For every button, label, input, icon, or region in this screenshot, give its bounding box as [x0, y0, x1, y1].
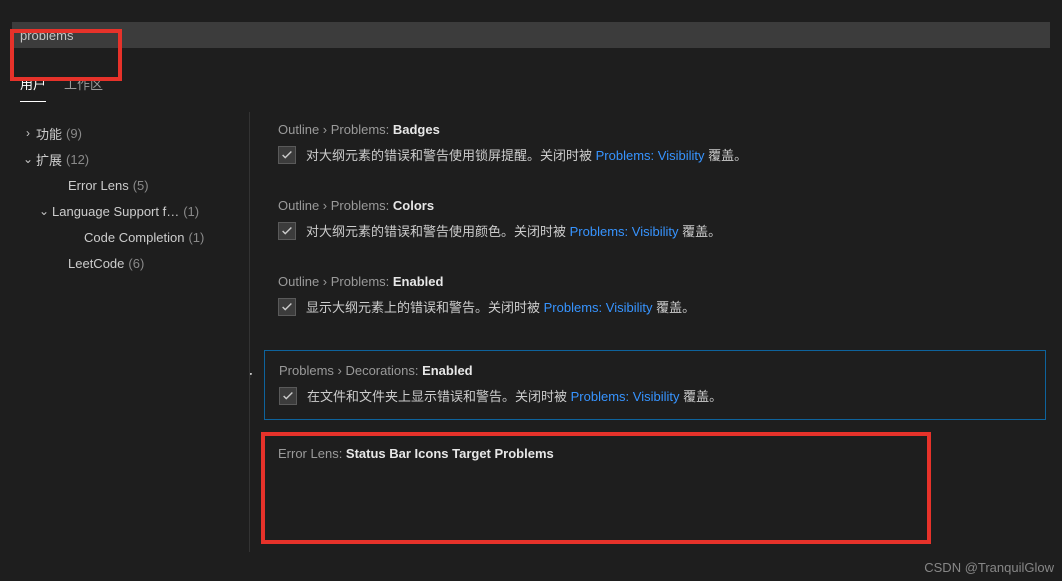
tab-workspace[interactable]: 工作区: [64, 68, 103, 102]
check-icon: [280, 300, 294, 314]
desc-text: 覆盖。: [679, 389, 722, 404]
check-icon: [280, 148, 294, 162]
setting-title: Outline › Problems: Badges: [278, 122, 1046, 137]
setting-outline-enabled: Outline › Problems: Enabled 显示大纲元素上的错误和警…: [278, 274, 1046, 316]
tree-item-label: 功能: [36, 124, 62, 143]
tree-item-count: (1): [188, 230, 204, 245]
tree-item-label: Language Support f…: [52, 204, 179, 219]
settings-search-input[interactable]: problems: [12, 22, 1050, 48]
tree-item-extensions[interactable]: ⌄ 扩展 (12): [20, 146, 243, 172]
check-icon: [281, 389, 295, 403]
tree-item-count: (6): [128, 256, 144, 271]
chevron-down-icon: ⌄: [36, 204, 52, 218]
setting-body: 对大纲元素的错误和警告使用颜色。关闭时被 Problems: Visibilit…: [278, 221, 1046, 240]
chevron-down-icon: ⌄: [20, 152, 36, 166]
tree-item-label: Error Lens: [68, 178, 129, 193]
settings-link[interactable]: Problems: Visibility: [596, 148, 705, 163]
highlighted-setting: Problems › Decorations: Enabled 在文件和文件夹上…: [264, 350, 1046, 420]
checkbox[interactable]: [278, 146, 296, 164]
desc-text: 在文件和文件夹上显示错误和警告。关闭时被: [307, 389, 571, 404]
tree-item-count: (9): [66, 126, 82, 141]
setting-description: 对大纲元素的错误和警告使用颜色。关闭时被 Problems: Visibilit…: [306, 221, 721, 240]
setting-title: Outline › Problems: Enabled: [278, 274, 1046, 289]
checkbox[interactable]: [279, 387, 297, 405]
setting-errorlens-statusbar: Error Lens: Status Bar Icons Target Prob…: [278, 446, 1046, 461]
setting-outline-colors: Outline › Problems: Colors 对大纲元素的错误和警告使用…: [278, 198, 1046, 240]
checkbox[interactable]: [278, 298, 296, 316]
setting-body: 显示大纲元素上的错误和警告。关闭时被 Problems: Visibility …: [278, 297, 1046, 316]
tree-item-label: LeetCode: [68, 256, 124, 271]
tree-item-errorlens[interactable]: Error Lens (5): [20, 172, 243, 198]
setting-name: Badges: [393, 122, 440, 137]
setting-body: 对大纲元素的错误和警告使用锁屏提醒。关闭时被 Problems: Visibil…: [278, 145, 1046, 164]
setting-problems-decorations-enabled: Problems › Decorations: Enabled 在文件和文件夹上…: [278, 350, 1046, 420]
tree-item-leetcode[interactable]: LeetCode (6): [20, 250, 243, 276]
setting-name: Enabled: [422, 363, 473, 378]
main-pane: › 功能 (9) ⌄ 扩展 (12) Error Lens (5) ⌄ Lang…: [0, 112, 1062, 552]
desc-text: 对大纲元素的错误和警告使用锁屏提醒。关闭时被: [306, 148, 596, 163]
tree-item-language-support[interactable]: ⌄ Language Support f… (1): [20, 198, 243, 224]
settings-scope-tabs: 用户 工作区: [20, 68, 1062, 102]
desc-text: 覆盖。: [704, 148, 747, 163]
search-input-text: problems: [20, 28, 73, 43]
setting-description: 对大纲元素的错误和警告使用锁屏提醒。关闭时被 Problems: Visibil…: [306, 145, 747, 164]
tree-item-count: (12): [66, 152, 89, 167]
setting-name: Colors: [393, 198, 434, 213]
desc-text: 对大纲元素的错误和警告使用颜色。关闭时被: [306, 224, 570, 239]
setting-name: Status Bar Icons Target Problems: [346, 446, 554, 461]
settings-link[interactable]: Problems: Visibility: [570, 224, 679, 239]
setting-description: 显示大纲元素上的错误和警告。关闭时被 Problems: Visibility …: [306, 297, 695, 316]
desc-text: 显示大纲元素上的错误和警告。关闭时被: [306, 300, 544, 315]
tree-item-code-completion[interactable]: Code Completion (1): [20, 224, 243, 250]
setting-path: Outline › Problems:: [278, 122, 393, 137]
setting-title: Problems › Decorations: Enabled: [279, 363, 1031, 378]
settings-tree: › 功能 (9) ⌄ 扩展 (12) Error Lens (5) ⌄ Lang…: [0, 112, 250, 552]
watermark-text: CSDN @TranquilGlow: [924, 560, 1054, 575]
tree-item-features[interactable]: › 功能 (9): [20, 120, 243, 146]
tree-item-count: (1): [183, 204, 199, 219]
settings-link[interactable]: Problems: Visibility: [571, 389, 680, 404]
desc-text: 覆盖。: [652, 300, 695, 315]
tab-user[interactable]: 用户: [20, 68, 46, 102]
setting-description: 在文件和文件夹上显示错误和警告。关闭时被 Problems: Visibilit…: [307, 386, 722, 405]
gear-icon[interactable]: [250, 365, 253, 384]
tree-item-label: Code Completion: [84, 230, 184, 245]
setting-path: Outline › Problems:: [278, 198, 393, 213]
setting-path: Problems › Decorations:: [279, 363, 422, 378]
settings-link[interactable]: Problems: Visibility: [544, 300, 653, 315]
setting-body: 在文件和文件夹上显示错误和警告。关闭时被 Problems: Visibilit…: [279, 386, 1031, 405]
setting-outline-badges: Outline › Problems: Badges 对大纲元素的错误和警告使用…: [278, 122, 1046, 164]
setting-path: Outline › Problems:: [278, 274, 393, 289]
setting-title: Outline › Problems: Colors: [278, 198, 1046, 213]
check-icon: [280, 224, 294, 238]
desc-text: 覆盖。: [678, 224, 721, 239]
setting-name: Enabled: [393, 274, 444, 289]
checkbox[interactable]: [278, 222, 296, 240]
setting-title: Error Lens: Status Bar Icons Target Prob…: [278, 446, 1046, 461]
chevron-right-icon: ›: [20, 126, 36, 140]
tree-item-label: 扩展: [36, 150, 62, 169]
setting-path: Error Lens:: [278, 446, 346, 461]
tree-item-count: (5): [133, 178, 149, 193]
settings-content: Outline › Problems: Badges 对大纲元素的错误和警告使用…: [250, 112, 1062, 552]
